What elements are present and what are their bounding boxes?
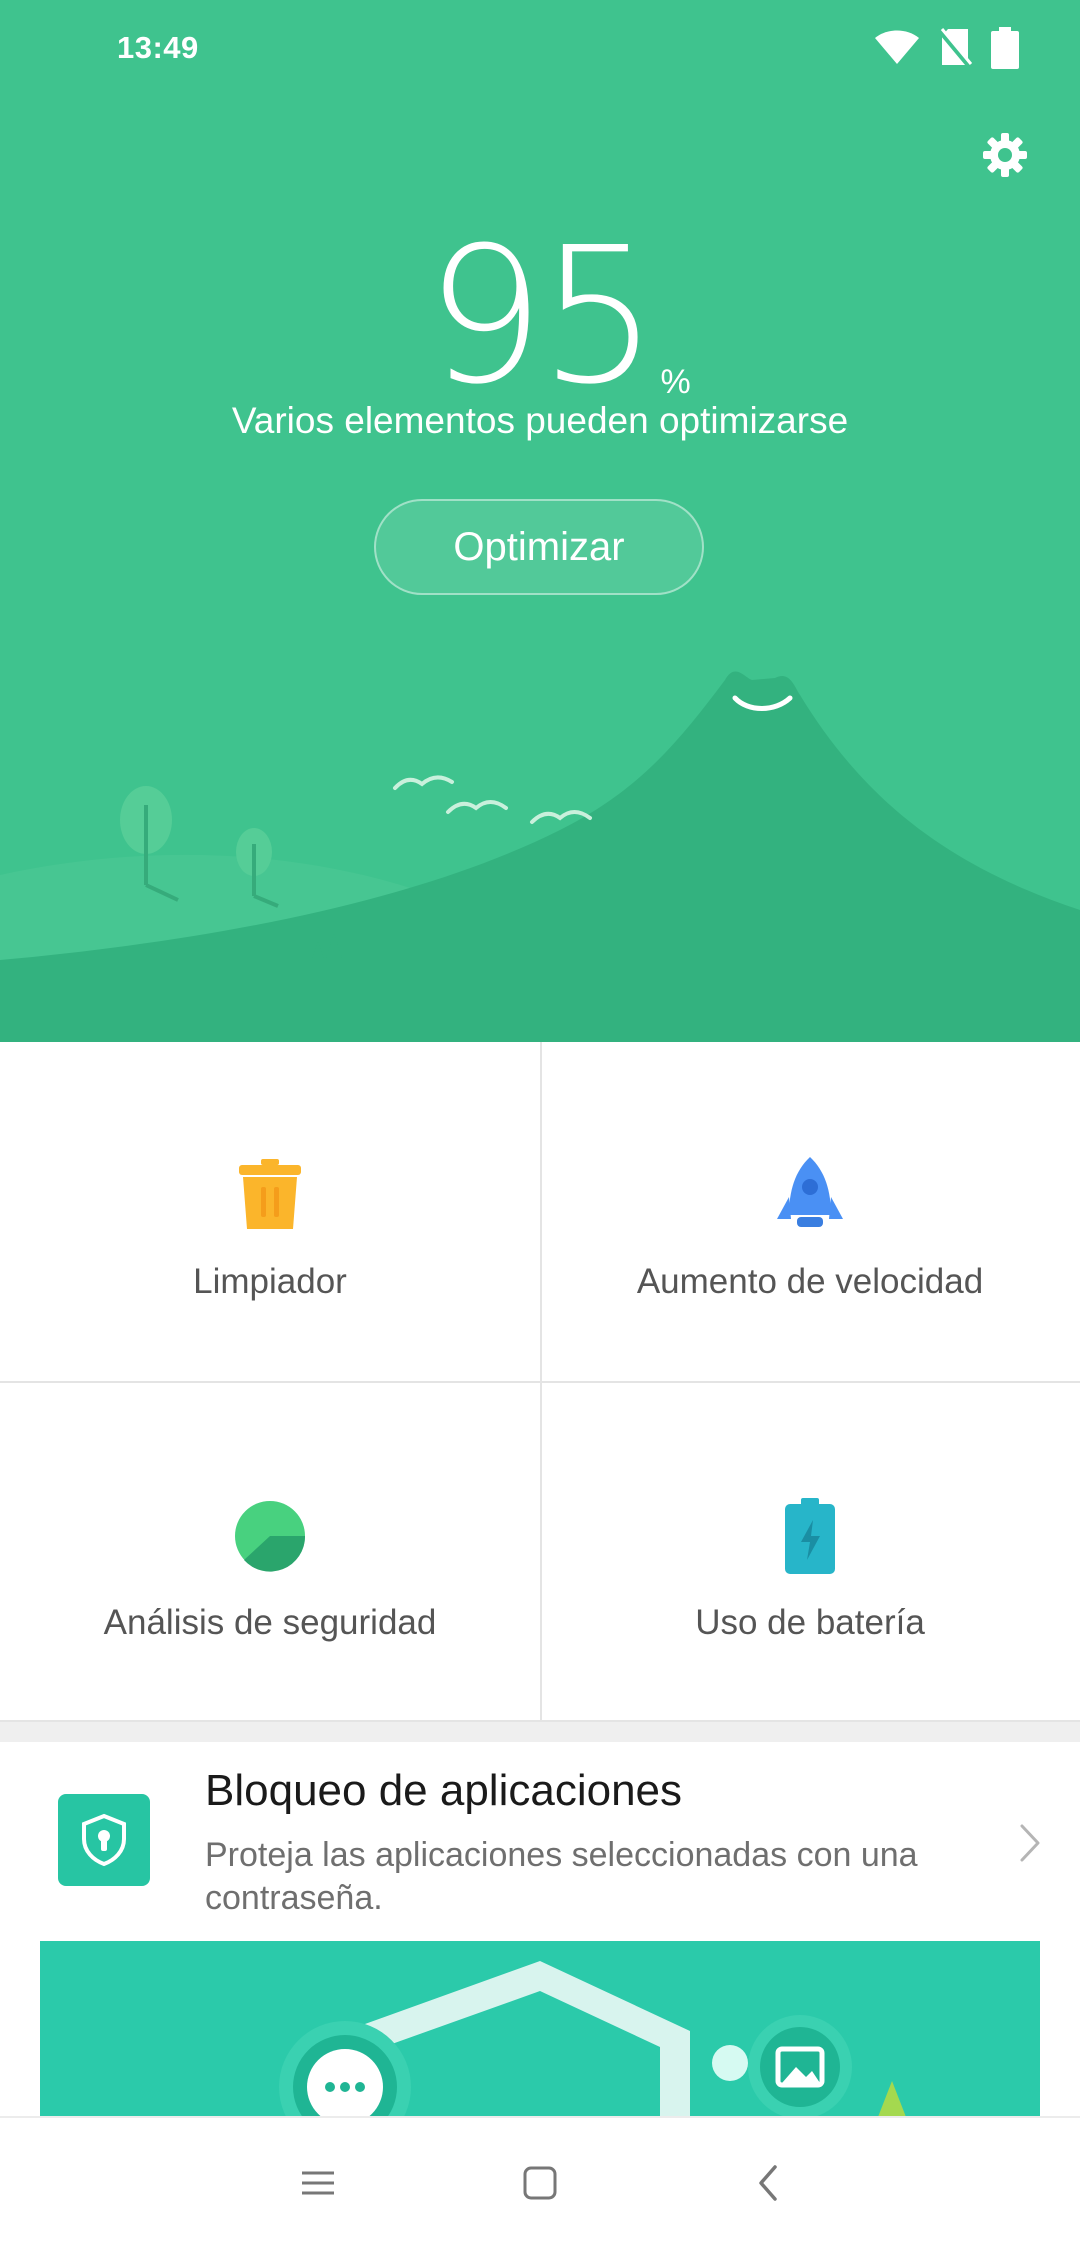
section-divider xyxy=(0,1720,1080,1742)
grid-divider-horizontal xyxy=(0,1381,1080,1383)
tool-cleaner[interactable]: Limpiador xyxy=(0,1042,540,1381)
nav-home-button[interactable] xyxy=(500,2148,580,2218)
menu-icon xyxy=(302,2171,334,2195)
trash-icon xyxy=(225,1150,315,1240)
score-display: 95 % xyxy=(0,207,1080,426)
status-time: 13:49 xyxy=(117,30,199,65)
nav-menu-button[interactable] xyxy=(278,2148,358,2218)
status-icons xyxy=(874,26,1020,70)
wifi-icon xyxy=(875,30,919,64)
tool-label: Aumento de velocidad xyxy=(636,1262,984,1301)
tool-label: Análisis de seguridad xyxy=(103,1603,437,1642)
back-icon xyxy=(759,2165,777,2201)
battery-charge-icon xyxy=(765,1491,855,1581)
battery-icon xyxy=(991,27,1019,69)
gear-icon xyxy=(983,133,1027,177)
home-icon xyxy=(523,2166,557,2200)
security-scan-icon xyxy=(225,1491,315,1581)
shield-lock-icon xyxy=(58,1794,150,1886)
app-lock-card[interactable]: Bloqueo de aplicaciones Proteja las apli… xyxy=(0,1742,1080,2117)
settings-button[interactable] xyxy=(970,120,1040,190)
score-value: 95 xyxy=(425,207,658,426)
tool-label: Limpiador xyxy=(193,1262,347,1301)
no-sim-icon xyxy=(938,28,972,69)
nav-back-button[interactable] xyxy=(728,2148,808,2218)
optimization-status-text: Varios elementos pueden optimizarse xyxy=(231,400,849,441)
app-lock-title: Bloqueo de aplicaciones xyxy=(205,1766,683,1815)
app-lock-description: Proteja las aplicaciones seleccionadas c… xyxy=(205,1836,918,1917)
score-unit: % xyxy=(660,363,691,401)
tool-speed-boost[interactable]: Aumento de velocidad xyxy=(540,1042,1080,1381)
chevron-right-icon xyxy=(1020,1824,1040,1862)
rocket-icon xyxy=(765,1150,855,1240)
hero-panel: 13:49 95 % Varios elementos pueden optim… xyxy=(0,0,1080,1042)
status-bar: 13:49 xyxy=(0,0,1080,100)
tools-grid: Limpiador Aumento de velocidad Análisis … xyxy=(0,1042,1080,1720)
app-lock-banner xyxy=(40,1941,1040,2117)
tool-security-scan[interactable]: Análisis de seguridad xyxy=(0,1383,540,1722)
optimize-button[interactable]: Optimizar xyxy=(374,499,704,595)
tool-label: Uso de batería xyxy=(695,1603,925,1642)
tool-battery-usage[interactable]: Uso de batería xyxy=(540,1383,1080,1722)
landscape-illustration xyxy=(0,671,1080,1042)
navigation-bar xyxy=(0,2116,1080,2246)
